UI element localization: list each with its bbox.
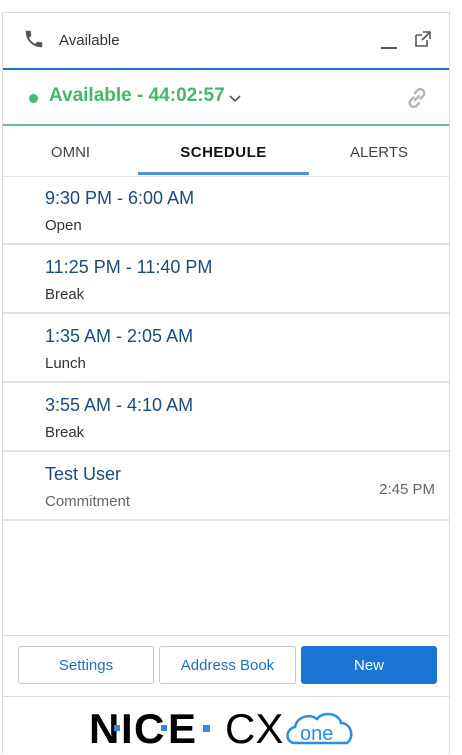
title-bar: Available <box>3 13 449 70</box>
tab-schedule[interactable]: SCHEDULE <box>138 126 309 176</box>
agent-status-bar[interactable]: Available - 44:02:57 <box>3 70 449 126</box>
tab-omni[interactable]: OMNI <box>3 126 138 176</box>
schedule-item-time: 9:30 PM - 6:00 AM <box>45 188 195 208</box>
commitment-title: Test User <box>45 464 122 484</box>
link-icon[interactable] <box>403 84 431 112</box>
schedule-item-label: Break <box>45 424 85 441</box>
svg-text:CX: CX <box>225 705 283 752</box>
schedule-list: 9:30 PM - 6:00 AM Open 11:25 PM - 11:40 … <box>3 176 449 521</box>
tab-alerts[interactable]: ALERTS <box>309 126 449 176</box>
tab-bar: OMNI SCHEDULE ALERTS <box>3 126 449 177</box>
svg-text:I: I <box>121 705 133 752</box>
svg-text:N: N <box>89 705 118 752</box>
schedule-item-time: 3:55 AM - 4:10 AM <box>45 395 194 415</box>
schedule-item[interactable]: 9:30 PM - 6:00 AM Open <box>3 176 449 245</box>
address-book-button[interactable]: Address Book <box>159 646 296 684</box>
svg-text:E: E <box>168 705 196 752</box>
window-title: Available <box>59 32 120 49</box>
agent-status-text[interactable]: Available - 44:02:57 <box>49 85 225 107</box>
chevron-down-icon[interactable] <box>227 90 243 106</box>
schedule-item[interactable]: 11:25 PM - 11:40 PM Break <box>3 245 449 314</box>
schedule-item[interactable]: 1:35 AM - 2:05 AM Lunch <box>3 314 449 383</box>
schedule-item-time: 11:25 PM - 11:40 PM <box>45 257 213 277</box>
new-button[interactable]: New <box>301 646 437 684</box>
svg-text:C: C <box>134 705 164 752</box>
status-dot <box>29 94 38 103</box>
nice-cxone-logo: N I C E CX one <box>89 705 353 752</box>
schedule-item-label: Open <box>45 217 82 234</box>
commitment-time: 2:45 PM <box>379 481 435 498</box>
schedule-item-time: 1:35 AM - 2:05 AM <box>45 326 194 346</box>
schedule-item-label: Lunch <box>45 355 86 372</box>
active-tab-indicator <box>138 172 309 175</box>
commitment-label: Commitment <box>45 493 131 510</box>
commitment-item[interactable]: Test User Commitment 2:45 PM <box>3 452 449 521</box>
settings-button[interactable]: Settings <box>18 646 154 684</box>
popout-icon[interactable] <box>413 29 433 49</box>
minimize-icon[interactable] <box>381 29 399 51</box>
schedule-item-label: Break <box>45 286 85 303</box>
agent-panel: Available Available - 44:02:57 OMNI SCHE… <box>2 12 450 754</box>
svg-text:one: one <box>300 723 333 745</box>
footer-actions: Settings Address Book New <box>3 635 449 697</box>
schedule-item[interactable]: 3:55 AM - 4:10 AM Break <box>3 383 449 452</box>
phone-icon <box>25 30 43 48</box>
